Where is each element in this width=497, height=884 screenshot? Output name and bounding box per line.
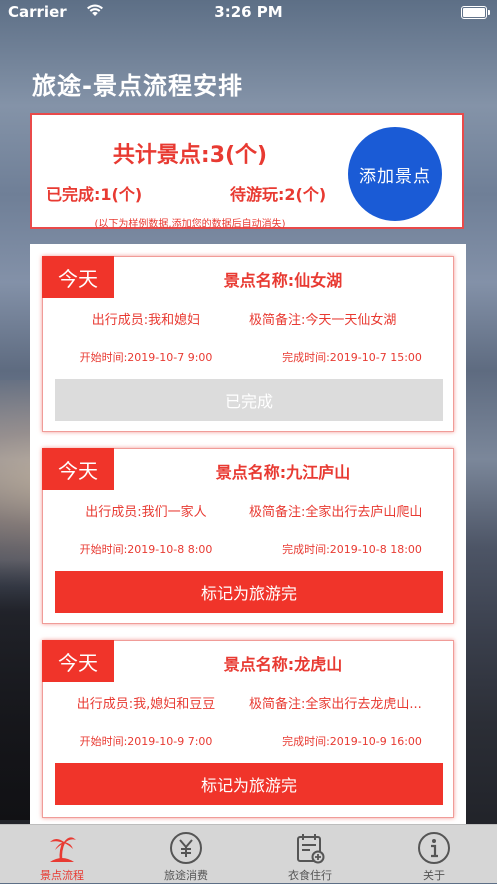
clock: 3:26 PM [214,3,283,21]
itinerary-card: 今天 景点名称:仙女湖 出行成员:我和媳妇 极简备注:今天一天仙女湖 开始时间:… [42,256,454,432]
mark-complete-button[interactable]: 标记为旅游完 [55,763,443,805]
travel-members: 出行成员:我和媳妇 [91,313,201,328]
tab-travel-expenses[interactable]: 旅途消费 [124,825,248,884]
start-time: 开始时间:2019-10-9 7:00 [79,735,213,748]
today-badge: 今天 [42,640,114,682]
start-time: 开始时间:2019-10-8 8:00 [79,543,213,556]
battery-icon [461,6,490,19]
completed-count: 已完成:1(个) [46,185,143,204]
brief-note: 极简备注:今天一天仙女湖 [249,313,397,328]
tab-bar: 景点流程 旅途消费 衣食住行 关于 [0,824,497,883]
pending-count: 待游玩:2(个) [230,185,327,204]
status-bar: Carrier 3:26 PM [0,0,497,24]
yen-coin-icon [168,830,204,866]
itinerary-card: 今天 景点名称:九江庐山 出行成员:我们一家人 极简备注:全家出行去庐山爬山 开… [42,448,454,624]
itinerary-card: 今天 景点名称:龙虎山 出行成员:我,媳妇和豆豆 极简备注:全家出行去龙虎山..… [42,640,454,818]
tab-label: 旅途消费 [164,869,208,882]
travel-members: 出行成员:我们一家人 [85,505,207,520]
completed-button[interactable]: 已完成 [55,379,443,421]
end-time: 完成时间:2019-10-9 16:00 [282,735,422,748]
tab-daily-life[interactable]: 衣食住行 [248,825,372,884]
tab-label: 衣食住行 [288,869,332,882]
start-time: 开始时间:2019-10-7 9:00 [79,351,213,364]
brief-note: 极简备注:全家出行去龙虎山... [249,697,422,712]
info-circle-icon [416,830,452,866]
tab-label: 关于 [423,869,445,882]
total-spots: 共计景点:3(个) [112,143,268,168]
end-time: 完成时间:2019-10-8 18:00 [282,543,422,556]
spot-name: 景点名称:龙虎山 [223,655,343,674]
tab-label: 景点流程 [40,869,84,882]
summary-panel: 共计景点:3(个) 已完成:1(个) 待游玩:2(个) (以下为样例数据,添加您… [30,113,464,230]
tab-about[interactable]: 关于 [372,825,496,884]
today-badge: 今天 [42,256,114,298]
travel-members: 出行成员:我,媳妇和豆豆 [76,697,216,712]
spot-name: 景点名称:仙女湖 [223,271,343,290]
end-time: 完成时间:2019-10-7 15:00 [282,351,422,364]
calendar-add-icon [292,830,328,866]
mark-complete-button[interactable]: 标记为旅游完 [55,571,443,613]
today-badge: 今天 [42,448,114,490]
page-title: 旅途-景点流程安排 [32,72,243,100]
tab-itinerary[interactable]: 景点流程 [0,825,124,884]
palm-island-icon [44,830,80,866]
spot-name: 景点名称:九江庐山 [215,463,351,482]
add-spot-button[interactable]: 添加景点 [348,127,442,221]
sample-data-hint: (以下为样例数据,添加您的数据后自动消失) [94,219,286,230]
itinerary-list[interactable]: 今天 景点名称:仙女湖 出行成员:我和媳妇 极简备注:今天一天仙女湖 开始时间:… [30,244,466,834]
brief-note: 极简备注:全家出行去庐山爬山 [249,505,423,520]
